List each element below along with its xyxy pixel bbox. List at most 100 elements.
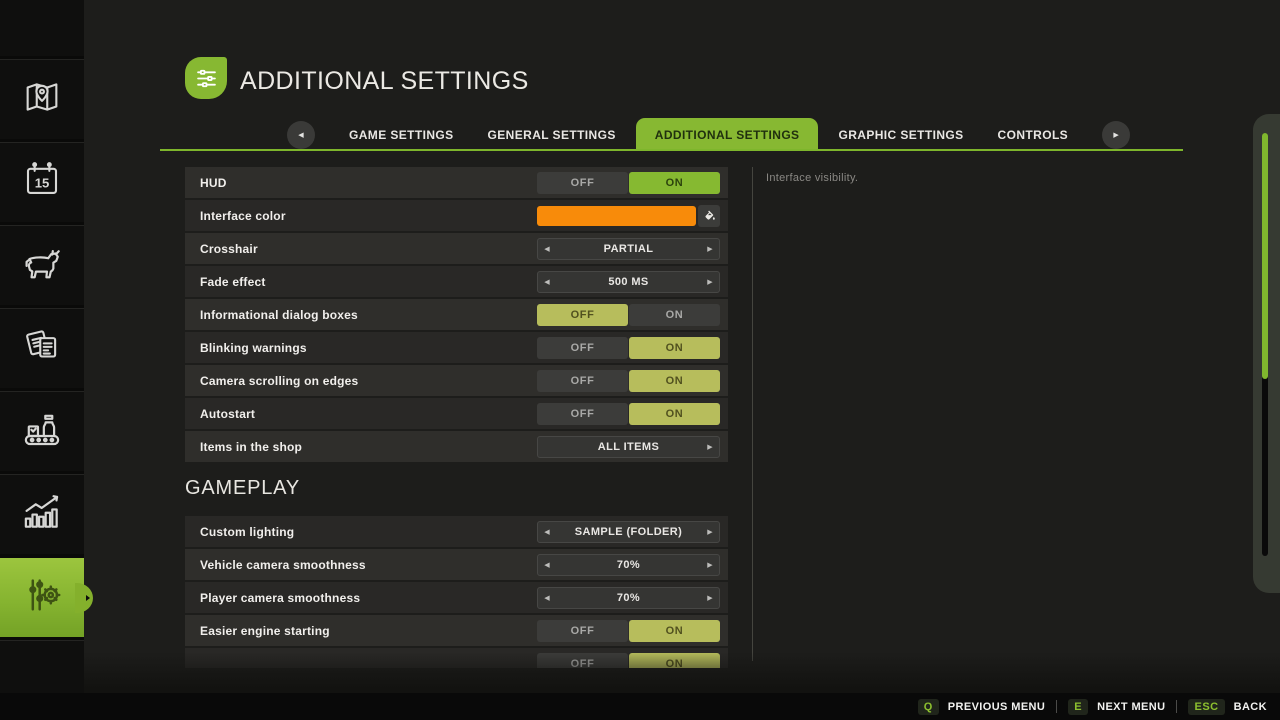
decrease-button[interactable]: ◀ <box>540 555 554 575</box>
tab-general-settings[interactable]: GENERAL SETTINGS <box>488 128 616 142</box>
footer-action-next-menu[interactable]: E NEXT MENU <box>1068 698 1165 715</box>
setting-row-interface-color: Interface color <box>185 200 728 231</box>
setting-label: Vehicle camera smoothness <box>200 557 366 572</box>
increase-button[interactable]: ▶ <box>703 239 717 259</box>
color-swatch[interactable] <box>537 205 696 226</box>
tab-controls[interactable]: CONTROLS <box>998 128 1069 142</box>
toggle-on-button[interactable]: ON <box>629 619 720 642</box>
setting-control: ◀ 70% ▶ <box>537 553 720 576</box>
map-icon <box>21 76 63 123</box>
toggle-off-button[interactable]: OFF <box>537 369 628 392</box>
paint-icon <box>704 210 715 220</box>
tabs-prev-button[interactable]: ◀ <box>287 120 315 149</box>
production-icon <box>20 407 64 456</box>
selector: ◀ 70% ▶ <box>537 586 720 609</box>
footer-separator <box>1176 700 1178 713</box>
setting-row-camera-scrolling-on-edges: Camera scrolling on edges OFF ON <box>185 365 728 396</box>
tab-additional-settings[interactable]: ADDITIONAL SETTINGS <box>635 118 819 151</box>
toggle-off-button[interactable]: OFF <box>537 402 628 425</box>
setting-label: Camera scrolling on edges <box>200 373 359 388</box>
setting-label: Fade effect <box>200 274 266 289</box>
selector: ◀ PARTIAL ▶ <box>537 237 720 260</box>
sidebar-item-calendar[interactable]: 15 <box>0 142 84 222</box>
setting-row-item: OFF ON <box>185 648 728 668</box>
sidebar-item-map[interactable] <box>0 59 84 139</box>
decrease-button[interactable]: ◀ <box>540 272 554 292</box>
sidebar-item-contracts[interactable] <box>0 308 84 388</box>
toggle: OFF ON <box>537 652 720 668</box>
increase-button[interactable]: ▶ <box>703 555 717 575</box>
setting-label: Crosshair <box>200 241 258 256</box>
selector-value: PARTIAL <box>603 242 654 255</box>
sliders-icon <box>196 69 216 87</box>
decrease-button[interactable]: ◀ <box>540 522 554 542</box>
footer-action-previous-menu[interactable]: Q PREVIOUS MENU <box>917 698 1046 715</box>
tab-graphic-settings[interactable]: GRAPHIC SETTINGS <box>838 128 963 142</box>
decrease-button[interactable]: ◀ <box>540 588 554 608</box>
setting-label: Interface color <box>200 208 286 223</box>
setting-row-crosshair: Crosshair ◀ PARTIAL ▶ <box>185 233 728 264</box>
toggle-on-button[interactable]: ON <box>629 369 720 392</box>
setting-row-fade-effect: Fade effect ◀ 500 MS ▶ <box>185 266 728 297</box>
setting-label: Informational dialog boxes <box>200 307 358 322</box>
toggle-on-button[interactable]: ON <box>629 303 720 326</box>
statistics-icon <box>20 490 64 539</box>
increase-button[interactable]: ▶ <box>703 522 717 542</box>
setting-control: OFF ON <box>537 336 720 359</box>
settings-list: HUD OFF ON Interface color Crosshair ◀ PARTIAL… <box>185 167 728 668</box>
selector: ◀ 70% ▶ <box>537 553 720 576</box>
selector-value: 500 MS <box>608 275 649 288</box>
increase-button[interactable]: ▶ <box>703 272 717 292</box>
sidebar-tile-empty <box>0 640 84 693</box>
footer-action-back[interactable]: ESC BACK <box>1188 698 1267 715</box>
toggle: OFF ON <box>537 303 720 326</box>
setting-row-hud: HUD OFF ON <box>185 167 728 198</box>
tab-game-settings[interactable]: GAME SETTINGS <box>349 128 454 142</box>
sidebar-item-animals[interactable] <box>0 225 84 305</box>
setting-control: ◀ 500 MS ▶ <box>537 270 720 293</box>
toggle: OFF ON <box>537 369 720 392</box>
setting-control <box>537 204 720 227</box>
toggle-on-button[interactable]: ON <box>629 402 720 425</box>
scrollbar-track[interactable] <box>1262 133 1268 556</box>
selector: ALL ITEMS ▶ <box>537 435 720 458</box>
sidebar-item-settings[interactable] <box>0 557 90 637</box>
contracts-icon <box>21 325 63 372</box>
setting-row-informational-dialog-boxes: Informational dialog boxes OFF ON <box>185 299 728 330</box>
active-pointer-icon <box>86 594 90 601</box>
toggle-off-button[interactable]: OFF <box>537 619 628 642</box>
setting-row-player-camera-smoothness: Player camera smoothness ◀ 70% ▶ <box>185 582 728 613</box>
increase-button[interactable]: ▶ <box>703 437 717 457</box>
toggle-on-button[interactable]: ON <box>629 171 720 194</box>
toggle-off-button[interactable]: OFF <box>537 171 628 194</box>
toggle-off-button[interactable]: OFF <box>537 336 628 359</box>
toggle-off-button[interactable]: OFF <box>537 652 628 668</box>
setting-control: ◀ 70% ▶ <box>537 586 720 609</box>
color-control <box>537 204 720 227</box>
color-picker-button[interactable] <box>698 204 720 227</box>
panel-divider <box>752 167 753 661</box>
calendar-icon: 15 <box>21 159 63 206</box>
toggle: OFF ON <box>537 336 720 359</box>
sidebar-item-statistics[interactable] <box>0 474 84 554</box>
toggle-on-button[interactable]: ON <box>629 336 720 359</box>
setting-row-easier-engine-starting: Easier engine starting OFF ON <box>185 615 728 646</box>
decrease-button[interactable]: ◀ <box>540 239 554 259</box>
sidebar-item-production[interactable] <box>0 391 84 471</box>
setting-row-autostart: Autostart OFF ON <box>185 398 728 429</box>
setting-control: OFF ON <box>537 402 720 425</box>
settings-icon <box>19 572 65 623</box>
tabs-next-button[interactable]: ▶ <box>1102 120 1131 149</box>
footer-action-label: BACK <box>1233 700 1267 713</box>
sidebar-tile-empty <box>0 0 84 56</box>
setting-label: Blinking warnings <box>200 340 307 355</box>
scrollbar-thumb[interactable] <box>1262 133 1268 379</box>
animals-icon <box>20 241 64 290</box>
tabs-bar: ◀ GAME SETTINGS GENERAL SETTINGS ADDITIONA… <box>287 118 1131 151</box>
toggle: OFF ON <box>537 402 720 425</box>
setting-label: Player camera smoothness <box>200 590 361 605</box>
toggle-on-button[interactable]: ON <box>629 652 720 668</box>
toggle-off-button[interactable]: OFF <box>537 303 628 326</box>
increase-button[interactable]: ▶ <box>703 588 717 608</box>
setting-row-vehicle-camera-smoothness: Vehicle camera smoothness ◀ 70% ▶ <box>185 549 728 580</box>
